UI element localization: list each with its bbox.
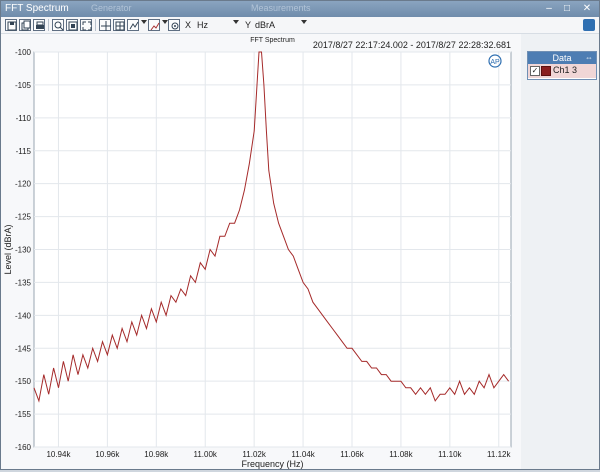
minimize-icon[interactable]: – [541, 2, 557, 15]
y-tick-label: -145 [15, 344, 32, 353]
fft-spectrum-window: FFT Spectrum Generator Measurements – □ … [0, 0, 600, 470]
expand-panel-icon[interactable] [583, 19, 595, 31]
x-unit-select[interactable]: Hz [197, 20, 208, 30]
y-tick-label: -135 [15, 278, 32, 287]
y-tick-label: -130 [15, 246, 32, 255]
x-tick-label: 10.98k [144, 450, 169, 459]
pin-icon[interactable]: ⇔ [585, 52, 593, 64]
x-tick-label: 10.96k [95, 450, 120, 459]
timestamp: 2017/8/27 22:17:24.002 - 2017/8/27 22:28… [313, 40, 511, 50]
x-tick-label: 11.06k [340, 450, 364, 459]
y-tick-label: -115 [16, 147, 32, 156]
y-tick-label: -120 [15, 180, 32, 189]
y-tick-label: -110 [16, 114, 32, 123]
chart-title: FFT Spectrum [250, 37, 295, 44]
print-icon[interactable] [33, 19, 45, 31]
series-color-swatch [541, 66, 551, 76]
y-axis-title: Level (dBrA) [3, 224, 13, 274]
x-tick-label: 11.10k [438, 450, 462, 459]
grid-icon[interactable] [113, 19, 125, 31]
chevron-down-icon[interactable] [141, 20, 147, 24]
chart-area: 10.94k 10.96k 10.98k 11.00k 11.02k 11.04k 11.0… [1, 34, 521, 469]
zoom-extents-icon[interactable] [66, 19, 78, 31]
y-tick-label: -150 [15, 377, 32, 386]
zoom-fit-icon[interactable] [80, 19, 92, 31]
x-tick-label: 11.04k [291, 450, 315, 459]
legend-item[interactable]: ✓ Ch1 3 [528, 64, 596, 78]
y-tick-label: -155 [15, 410, 32, 419]
cursor-icon[interactable] [127, 19, 139, 31]
settings-icon[interactable] [168, 19, 180, 31]
legend-header: Data ⇔ [528, 52, 596, 64]
toolbar-separator [95, 19, 96, 31]
y-tick-label: -125 [15, 213, 32, 222]
y-tick-label: -100 [15, 48, 32, 57]
series-checkbox[interactable]: ✓ [530, 66, 540, 76]
graph-style-icon[interactable] [148, 19, 160, 31]
x-tick-label: 11.00k [194, 450, 218, 459]
x-tick-label: 11.02k [242, 450, 266, 459]
x-tick-label: 11.08k [389, 450, 413, 459]
y-unit-select[interactable]: dBrA [255, 20, 275, 30]
zoom-icon[interactable] [52, 19, 64, 31]
maximize-icon[interactable]: □ [559, 2, 575, 15]
y-axis-label: Y [245, 20, 252, 30]
window-titlebar[interactable]: FFT Spectrum Generator Measurements – □ … [1, 1, 599, 17]
close-icon[interactable]: ✕ [579, 2, 595, 15]
y-tick-label: -160 [15, 443, 32, 452]
toolbar-separator [48, 19, 49, 31]
chevron-down-icon[interactable] [301, 20, 307, 24]
y-tick-label: -140 [15, 311, 32, 320]
copy-graph-icon[interactable] [19, 19, 31, 31]
save-icon[interactable] [5, 19, 17, 31]
x-tick-label: 10.94k [46, 450, 71, 459]
legend-header-label: Data [552, 53, 572, 63]
svg-text:AP: AP [490, 59, 500, 66]
x-tick-label: 11.12k [487, 450, 511, 459]
x-axis-title: Frequency (Hz) [241, 459, 303, 469]
ghost-tab-generator: Generator [91, 3, 132, 13]
x-axis-label: X [185, 20, 192, 30]
toolbar: X Hz Y dBrA [1, 17, 599, 34]
legend-item-label: Ch1 3 [553, 65, 578, 75]
pan-icon[interactable] [99, 19, 111, 31]
y-tick-label: -105 [15, 81, 32, 90]
fft-chart[interactable]: 10.94k 10.96k 10.98k 11.00k 11.02k 11.04k 11.0… [1, 34, 521, 469]
window-title: FFT Spectrum [5, 3, 69, 14]
chevron-down-icon[interactable] [233, 20, 239, 24]
ghost-tab-measurements: Measurements [251, 3, 311, 13]
data-legend-panel: Data ⇔ ✓ Ch1 3 [527, 51, 597, 80]
